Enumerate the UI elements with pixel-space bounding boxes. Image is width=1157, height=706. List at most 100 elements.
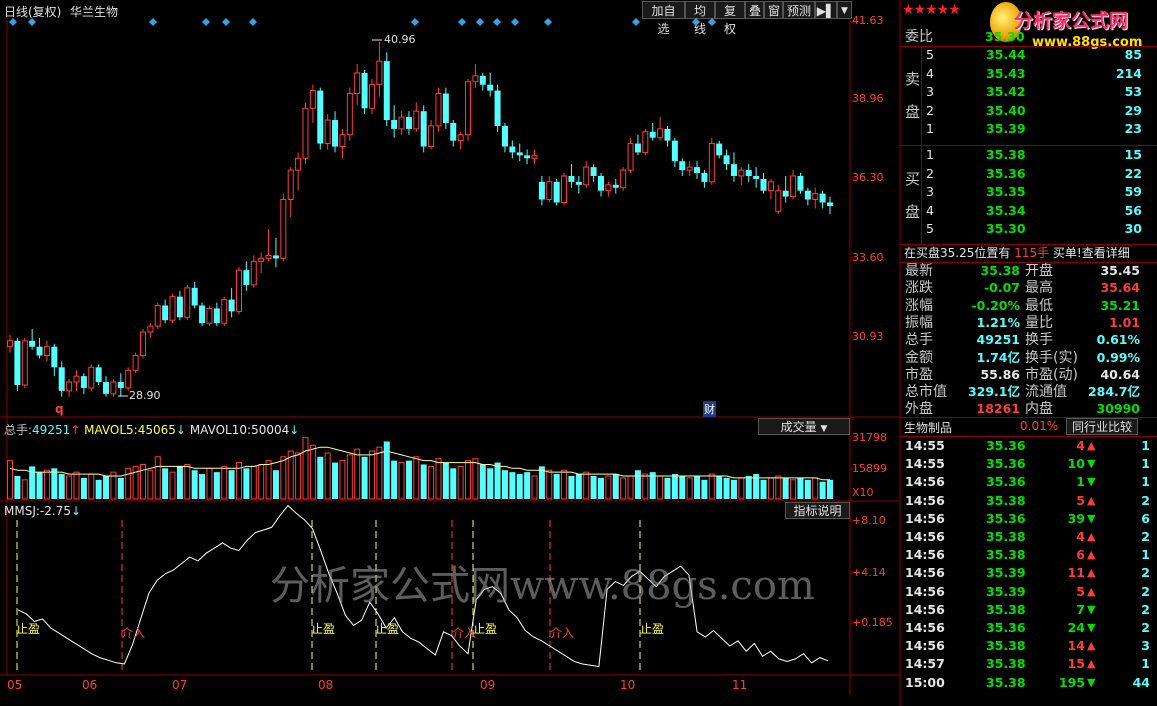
x-tick: 07 [172,678,188,692]
industry-compare-button[interactable]: 同行业比较 [1066,418,1138,435]
candle [450,120,457,147]
notice-detail-link[interactable]: 查看详细 [1082,246,1130,260]
candle [103,376,110,397]
tick-count: 2 [1141,620,1150,635]
tick-volume: 11 [1067,565,1085,581]
notice-text: 在买盘35.25位置有 [904,246,1011,260]
volume-bar [258,463,265,500]
quote-label: 换手 [1025,332,1053,349]
candle [531,149,538,165]
volume-bar [531,475,538,500]
y-tick: 30.93 [852,330,884,343]
volume-bar [664,477,671,499]
volume-bar [58,474,65,499]
volume-indicator-dropdown[interactable]: 成交量 ▼ [758,418,850,435]
candle [236,267,243,315]
order-level: 3 [926,84,934,99]
tick-count: 2 [1141,529,1150,544]
quote-value: -0.20% [971,297,1020,313]
candle [7,334,13,353]
candle [583,161,590,188]
signal-diamond-icon [202,18,210,26]
dropdown-arrow-icon: ▼ [820,424,828,434]
candle [43,340,50,362]
volume-bar [642,473,649,500]
volume-bar [117,477,124,499]
buy-side-label: 买 [905,170,921,188]
quote-label: 总手 [905,332,933,349]
candle [597,173,604,197]
volume-bar [738,477,745,500]
candle [568,164,575,188]
order-volume: 56 [1124,202,1142,218]
up-arrow-icon: ▲ [1087,584,1096,598]
candle [524,149,531,165]
y-tick: 38.96 [852,92,884,105]
large-order-notice[interactable]: 在买盘35.25位置有 115手 买单!查看详细 [904,245,1130,261]
order-volume: 22 [1124,165,1142,181]
quote-label: 总市值 [905,384,947,401]
candle [287,167,294,218]
order-volume: 23 [1124,121,1142,136]
quote-label: 流通值 [1025,384,1067,401]
candle [95,364,102,385]
bid-ask-ratio-value: 35.30 [985,29,1025,44]
tick-count: 2 [1141,583,1150,599]
ind-y-tick: +4.14 [852,566,886,579]
volume-bars [7,437,833,500]
candle [494,84,501,132]
quote-label: 内盘 [1025,401,1053,418]
candle [339,128,346,159]
candle [376,41,383,97]
tick-time: 14:56 [905,601,945,617]
candle [36,337,43,359]
volume-bar [457,465,464,500]
candle [169,293,176,324]
tick-price: 35.38 [986,529,1026,544]
order-price: 35.43 [986,65,1026,81]
volume-bar [361,456,368,499]
candle [620,167,627,191]
order-level: 5 [926,221,934,236]
tick-count: 2 [1141,601,1150,617]
volume-bar [620,477,627,500]
volume-bar [14,475,21,499]
down-arrow-icon: ↓ [175,423,186,437]
tick-time: 14:56 [905,583,945,599]
candle [561,173,568,206]
candle [738,167,745,185]
tick-volume: 1 [1076,474,1085,490]
volume-bar [730,479,737,499]
tick-volume: 39 [1067,510,1085,526]
indicator-explain-button[interactable]: 指标说明 [785,502,850,519]
q-marker[interactable]: q [55,402,64,416]
signal-label: 止盈 [640,622,665,636]
volume-dropdown-label: 成交量 [780,420,817,434]
volume-bar [575,474,582,499]
sell-side-label: 盘 [905,103,921,121]
tick-volume: 5 [1076,583,1085,599]
tick-volume: 14 [1067,638,1085,654]
rating-stars: ★★★★★ [902,2,961,18]
volume-bar [767,477,774,500]
candle [88,364,95,391]
quote-value: -0.07 [983,280,1020,296]
volume-bar [317,456,324,499]
tick-time: 14:56 [905,510,945,526]
volume-bar [657,475,664,500]
candle [139,329,146,359]
candle [66,379,73,397]
volume-bar [391,460,398,499]
finance-marker[interactable]: 财 [703,401,716,417]
volume-bar [553,474,560,499]
volume-bar [73,471,80,500]
up-arrow-icon: ▲ [1087,439,1096,452]
volume-bar [561,469,568,500]
volume-bar [43,469,50,500]
quote-value: 1.21% [976,314,1020,330]
candle [465,78,472,141]
brand-logo-text: 分析家公式网 [1014,10,1129,32]
tick-count: 1 [1141,474,1150,490]
volume-bar [479,464,486,499]
candle [125,367,132,391]
